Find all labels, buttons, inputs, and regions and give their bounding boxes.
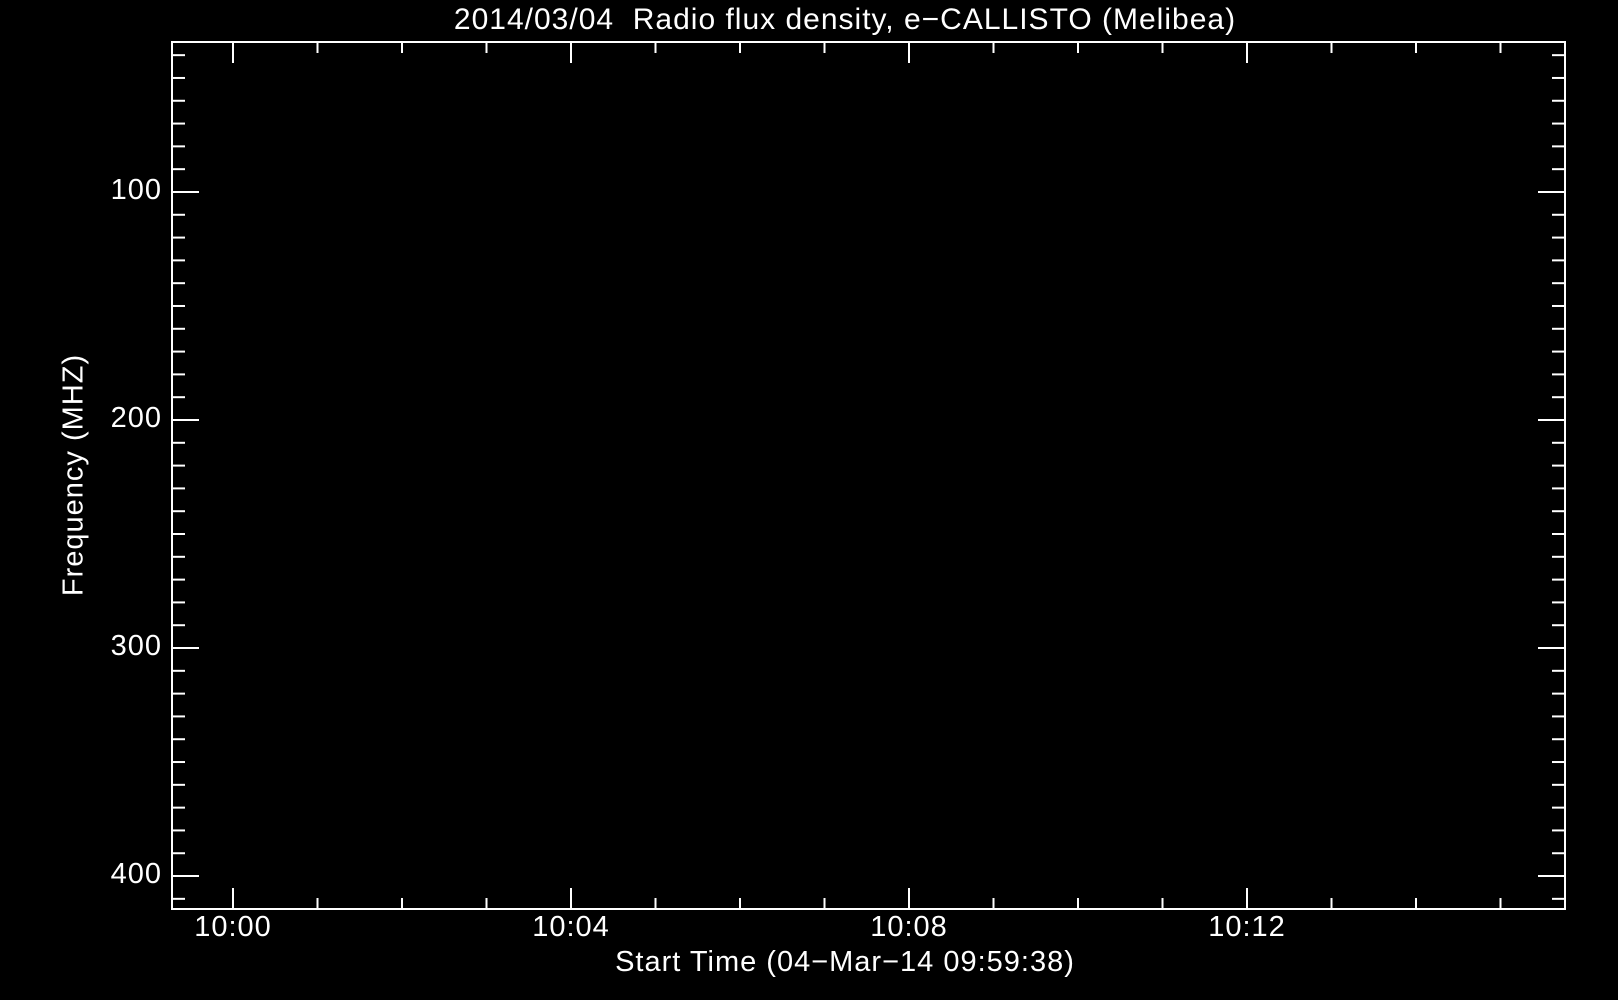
x-tick-label-1012: 10:12 [1208,911,1286,943]
x-axis-title: Start Time (04−Mar−14 09:59:38) [615,946,1075,978]
x-tick-label-1000: 10:00 [194,911,272,943]
spectrogram-plot: 2014/03/04 Radio flux density, e−CALLIST… [0,0,1618,1000]
plot-frame-and-ticks [171,41,1566,910]
x-tick-label-1004: 10:04 [532,911,610,943]
x-tick-label-1008: 10:08 [870,911,948,943]
